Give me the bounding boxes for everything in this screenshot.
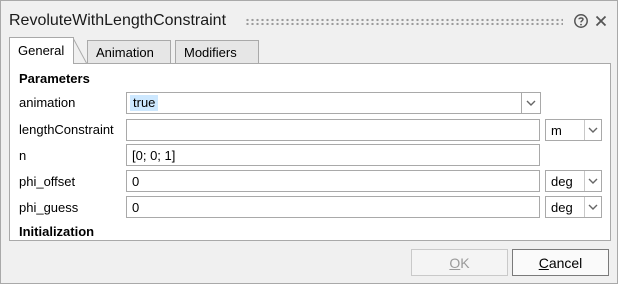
ok-button[interactable]: OK [411, 249, 508, 276]
n-label: n [19, 148, 27, 163]
chevron-down-icon [588, 127, 598, 133]
chevron-down-icon [526, 100, 536, 106]
section-parameters: Parameters [19, 71, 90, 86]
animation-label: animation [19, 95, 76, 110]
animation-value: true [130, 95, 159, 111]
tab-label: Modifiers [184, 45, 237, 60]
lengthConstraint-input[interactable] [126, 119, 540, 141]
phi_offset-label: phi_offset [19, 174, 76, 189]
tab-general[interactable]: General [9, 37, 87, 64]
tab-animation[interactable]: Animation [87, 40, 171, 64]
unit-dropdown-button[interactable] [584, 171, 601, 191]
n-input[interactable]: [0; 0; 1] [126, 144, 540, 166]
title-bar[interactable]: RevoluteWithLengthConstraint [1, 1, 617, 37]
dialog-title: RevoluteWithLengthConstraint [9, 12, 227, 29]
animation-combo[interactable]: true [126, 92, 541, 114]
help-icon[interactable] [573, 13, 589, 29]
drag-grip[interactable] [245, 18, 563, 25]
lengthConstraint-unit-select[interactable]: m [545, 119, 602, 141]
chevron-down-icon [588, 204, 598, 210]
chevron-down-icon [588, 178, 598, 184]
phi_guess-unit-select[interactable]: deg [545, 196, 602, 218]
unit-dropdown-button[interactable] [584, 197, 601, 217]
unit-dropdown-button[interactable] [584, 120, 601, 140]
phi_guess-input[interactable]: 0 [126, 196, 540, 218]
phi_guess-label: phi_guess [19, 200, 79, 215]
dialog: RevoluteWithLengthConstraint General Ani… [0, 0, 618, 284]
cancel-label-rest: ancel [548, 255, 583, 271]
phi_offset-input[interactable]: 0 [126, 170, 540, 192]
tab-modifiers[interactable]: Modifiers [175, 40, 259, 64]
unit-value: m [551, 123, 562, 138]
general-panel: Parameters animation true lengthConstrai… [9, 63, 611, 241]
unit-value: deg [551, 200, 573, 215]
unit-value: deg [551, 174, 573, 189]
ok-accelerator: O [449, 255, 461, 271]
cancel-button[interactable]: Cancel [512, 249, 609, 276]
section-initialization: Initialization [19, 224, 95, 239]
ok-label-rest: K [460, 255, 470, 271]
lengthConstraint-label: lengthConstraint [19, 122, 114, 137]
tab-strip: General Animation Modifiers [9, 37, 609, 64]
phi_offset-unit-select[interactable]: deg [545, 170, 602, 192]
tab-label: Animation [96, 45, 154, 60]
tab-label: General [18, 43, 65, 58]
tab-edge [73, 38, 87, 64]
animation-dropdown-button[interactable] [521, 93, 540, 113]
close-icon[interactable] [593, 13, 609, 29]
cancel-accelerator: C [538, 255, 549, 271]
